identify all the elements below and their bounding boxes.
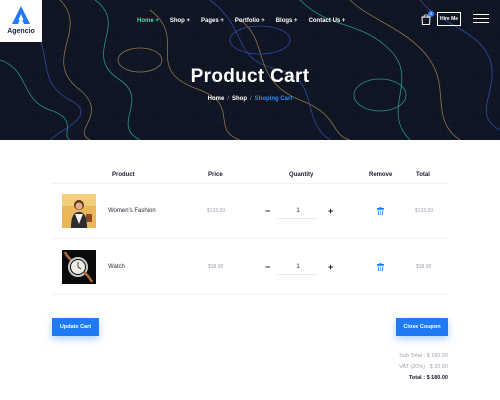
- product-price: $133.00: [207, 208, 226, 214]
- cart-count-badge: 0: [428, 11, 434, 17]
- column-header-quantity: Quantity: [289, 172, 314, 178]
- breadcrumb-shop[interactable]: Shop: [232, 96, 247, 102]
- nav-item-portfolio[interactable]: Portfolio +: [235, 16, 265, 26]
- row-total: $133.00: [415, 208, 434, 214]
- product-name[interactable]: Women's Fashion: [108, 208, 156, 214]
- breadcrumb-separator: /: [250, 96, 252, 102]
- quantity-decrement-button[interactable]: −: [265, 262, 270, 272]
- table-divider: [52, 183, 448, 184]
- nav-item-blogs[interactable]: Blogs +: [276, 16, 298, 26]
- brand-name: Agencio: [7, 28, 35, 35]
- nav-item-home[interactable]: Home +: [137, 16, 159, 26]
- page-title: Product Cart: [190, 66, 310, 87]
- hire-me-button[interactable]: Hire Me: [437, 12, 461, 26]
- total-text: Total : $ 180.00: [408, 375, 448, 381]
- update-cart-button[interactable]: Update Cart: [52, 318, 99, 336]
- nav-item-contact[interactable]: Contact Us +: [309, 16, 346, 26]
- column-header-price: Price: [208, 172, 223, 178]
- trash-icon[interactable]: [377, 207, 384, 215]
- quantity-increment-button[interactable]: +: [328, 206, 333, 216]
- table-divider: [52, 294, 448, 295]
- column-header-remove: Remove: [369, 172, 393, 178]
- close-coupon-button[interactable]: Close Coupon: [396, 318, 448, 336]
- product-image-watch[interactable]: [62, 250, 96, 284]
- breadcrumb-separator: /: [227, 96, 229, 102]
- quantity-underline: [278, 274, 318, 275]
- column-header-product: Product: [112, 172, 135, 178]
- breadcrumb-current: Shoping Cart: [254, 96, 293, 102]
- column-header-total: Total: [416, 172, 430, 178]
- quantity-increment-button[interactable]: +: [328, 262, 333, 272]
- brand-logo[interactable]: Agencio: [0, 0, 42, 42]
- product-image-womens-fashion[interactable]: [62, 194, 96, 228]
- nav-item-shop[interactable]: Shop +: [170, 16, 190, 26]
- nav-item-pages[interactable]: Pages +: [201, 16, 224, 26]
- logo-icon: [12, 6, 30, 24]
- table-divider: [52, 238, 448, 239]
- breadcrumb: Home / Shop / Shoping Cart: [0, 96, 500, 102]
- quantity-input[interactable]: 1: [291, 208, 305, 214]
- product-price: $38.00: [208, 264, 224, 270]
- quantity-decrement-button[interactable]: −: [265, 206, 270, 216]
- vat-text: VAT (20%) : $ 20.00: [399, 364, 448, 370]
- subtotal-text: Sub Total : $ 160.00: [399, 353, 448, 359]
- product-name[interactable]: Watch: [108, 264, 125, 270]
- main-nav: Home + Shop + Pages + Portfolio + Blogs …: [137, 16, 356, 26]
- breadcrumb-home[interactable]: Home: [208, 96, 225, 102]
- page-header: Agencio Home + Shop + Pages + Portfolio …: [0, 0, 500, 140]
- quantity-input[interactable]: 1: [291, 264, 305, 270]
- row-total: $38.00: [416, 264, 432, 270]
- hamburger-menu-icon[interactable]: [473, 14, 489, 24]
- trash-icon[interactable]: [377, 263, 384, 271]
- quantity-underline: [278, 218, 318, 219]
